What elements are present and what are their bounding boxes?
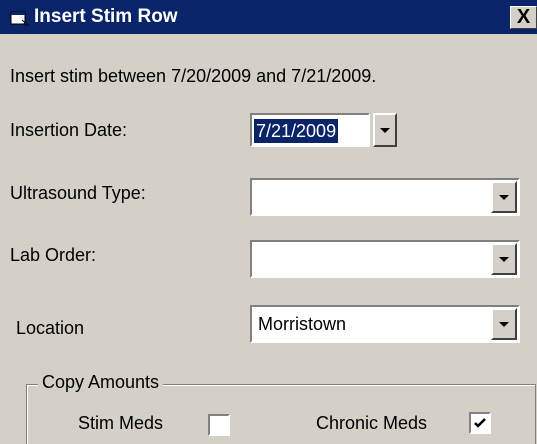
chronic-meds-checkbox[interactable] xyxy=(469,412,491,434)
chevron-down-icon xyxy=(499,322,509,327)
insertion-date-value: 7/21/2009 xyxy=(254,119,339,143)
ultrasound-type-label: Ultrasound Type: xyxy=(10,183,146,203)
ultrasound-type-dropdown-button[interactable] xyxy=(491,181,517,213)
checkmark-icon xyxy=(474,418,486,428)
chronic-meds-label: Chronic Meds xyxy=(316,413,428,433)
insertion-date-field[interactable]: 7/21/2009 xyxy=(250,113,370,147)
lab-order-select[interactable] xyxy=(250,240,520,278)
lab-order-label: Lab Order: xyxy=(10,245,97,265)
ultrasound-type-select[interactable] xyxy=(250,178,520,216)
chevron-down-icon xyxy=(380,128,390,133)
chevron-down-icon xyxy=(499,257,509,262)
location-dropdown-button[interactable] xyxy=(491,308,517,340)
copy-amounts-title: Copy Amounts xyxy=(38,372,164,393)
window-title: Insert Stim Row xyxy=(34,6,178,27)
close-button[interactable]: X xyxy=(510,6,537,29)
title-bar[interactable]: Insert Stim Row X xyxy=(0,0,537,34)
insert-stim-row-dialog: Insert Stim Row X Insert stim between 7/… xyxy=(0,0,537,444)
insert-range-text: Insert stim between 7/20/2009 and 7/21/2… xyxy=(10,66,377,86)
insertion-date-label: Insertion Date: xyxy=(10,120,128,140)
location-select[interactable]: Morristown xyxy=(250,305,520,343)
insertion-date-dropdown-button[interactable] xyxy=(373,113,397,147)
location-label: Location xyxy=(16,318,85,338)
lab-order-dropdown-button[interactable] xyxy=(491,243,517,275)
window-app-icon xyxy=(10,11,30,26)
chevron-down-icon xyxy=(499,195,509,200)
stim-meds-label: Stim Meds xyxy=(78,413,164,433)
stim-meds-checkbox[interactable] xyxy=(208,414,230,436)
location-value: Morristown xyxy=(258,314,347,334)
